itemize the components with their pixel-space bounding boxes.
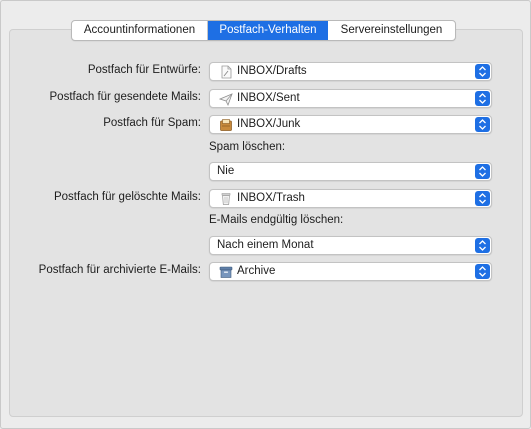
junk-mailbox-icon [219, 118, 233, 132]
tab-bar: Accountinformationen Postfach-Verhalten … [71, 20, 456, 41]
archive-box-icon [219, 265, 233, 279]
spam-delete-popup[interactable]: Nie [209, 162, 492, 181]
drafts-mailbox-icon [219, 65, 233, 79]
popup-stepper-icon [475, 164, 490, 179]
sent-mailbox-popup[interactable]: INBOX/Sent [209, 89, 492, 108]
popup-stepper-icon [475, 91, 490, 106]
archive-mailbox-label: Postfach für archivierte E-Mails: [38, 264, 201, 276]
spam-delete-label: Spam löschen: [209, 141, 286, 153]
trash-mailbox-value: INBOX/Trash [237, 192, 305, 204]
trash-mailbox-popup[interactable]: INBOX/Trash [209, 189, 492, 208]
popup-stepper-icon [475, 238, 490, 253]
spam-mailbox-popup[interactable]: INBOX/Junk [209, 115, 492, 134]
spam-mailbox-label: Postfach für Spam: [103, 117, 201, 129]
tab-server-settings[interactable]: Servereinstellungen [328, 21, 455, 40]
sent-mailbox-label: Postfach für gesendete Mails: [49, 91, 202, 103]
tab-account-information[interactable]: Accountinformationen [72, 21, 208, 40]
sent-mailbox-icon [218, 92, 233, 107]
trash-mailbox-label: Postfach für gelöschte Mails: [53, 191, 201, 203]
drafts-mailbox-value: INBOX/Drafts [237, 65, 307, 77]
spam-mailbox-value: INBOX/Junk [237, 118, 301, 130]
trash-delete-popup[interactable]: Nach einem Monat [209, 236, 492, 255]
drafts-mailbox-popup[interactable]: INBOX/Drafts [209, 62, 492, 81]
archive-mailbox-popup[interactable]: Archive [209, 262, 492, 281]
tab-mailbox-behavior[interactable]: Postfach-Verhalten [208, 21, 328, 40]
drafts-mailbox-label: Postfach für Entwürfe: [87, 64, 201, 76]
popup-stepper-icon [475, 117, 490, 132]
trash-delete-label: E-Mails endgültig löschen: [209, 214, 344, 226]
trash-delete-value: Nach einem Monat [217, 239, 314, 251]
popup-stepper-icon [475, 264, 490, 279]
popup-stepper-icon [475, 191, 490, 206]
spam-delete-value: Nie [217, 165, 235, 177]
popup-stepper-icon [475, 64, 490, 79]
sent-mailbox-value: INBOX/Sent [237, 92, 300, 104]
trash-mailbox-icon [219, 192, 233, 206]
archive-mailbox-value: Archive [237, 265, 276, 277]
